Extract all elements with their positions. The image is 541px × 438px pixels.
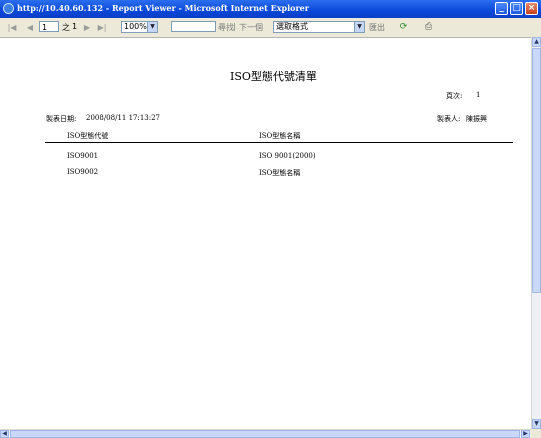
current-page-input[interactable]: 1 <box>39 21 59 32</box>
chevron-down-icon[interactable]: ▼ <box>147 22 157 32</box>
zoom-select[interactable]: 100% ▼ <box>121 21 158 33</box>
vertical-scrollbar[interactable]: ▲ ▼ <box>531 37 541 429</box>
horizontal-scrollbar[interactable]: ◀ ▶ <box>0 429 531 438</box>
scroll-left-button[interactable]: ◀ <box>0 430 9 438</box>
close-button[interactable]: × <box>525 2 538 15</box>
report-title: ISO型態代號清單 <box>230 70 317 83</box>
page-label: 頁次: <box>446 92 463 100</box>
page-value: 1 <box>476 91 481 99</box>
minimize-button[interactable]: _ <box>495 2 508 15</box>
table-cell: ISO型態名稱 <box>259 169 301 177</box>
toolbar-separator: | <box>233 22 236 31</box>
table-cell: ISO 9001(2000) <box>259 152 316 160</box>
next-page-button[interactable]: ▶ <box>82 22 92 33</box>
report-toolbar: |◀ ◀ 1 之 1 ▶ ▶| 100% ▼ 尋找 | 下一個 選取格式 ▼ 匯… <box>0 18 541 38</box>
scroll-up-button[interactable]: ▲ <box>532 37 541 47</box>
chevron-down-icon[interactable]: ▼ <box>354 22 364 32</box>
first-page-button[interactable]: |◀ <box>7 22 17 33</box>
date-value: 2008/08/11 17:13:27 <box>86 114 161 122</box>
of-label: 之 <box>62 23 70 32</box>
window-title: http://10.40.60.132 - Report Viewer - Mi… <box>17 3 309 13</box>
header-rule <box>45 142 513 143</box>
refresh-icon[interactable]: ⟳ <box>398 21 409 33</box>
prev-page-button[interactable]: ◀ <box>25 22 35 33</box>
ie-icon <box>3 3 14 14</box>
window-titlebar: http://10.40.60.132 - Report Viewer - Mi… <box>0 0 541 18</box>
print-icon[interactable]: ⎙ <box>423 21 434 33</box>
vertical-scroll-thumb[interactable] <box>532 48 541 293</box>
export-format-select[interactable]: 選取格式 ▼ <box>273 21 365 33</box>
column-header-name: ISO型態名稱 <box>259 132 301 140</box>
find-input[interactable] <box>171 21 216 32</box>
zoom-value: 100% <box>124 22 147 31</box>
date-label: 製表日期: <box>46 115 77 123</box>
last-page-button[interactable]: ▶| <box>97 22 107 33</box>
author-label: 製表人: <box>437 115 461 123</box>
table-cell: ISO9002 <box>67 168 99 176</box>
table-cell: ISO9001 <box>67 152 99 160</box>
export-button[interactable]: 匯出 <box>369 22 385 33</box>
column-header-code: ISO型態代號 <box>67 132 109 140</box>
find-button[interactable]: 尋找 <box>218 22 234 33</box>
total-pages: 1 <box>72 22 78 31</box>
scroll-down-button[interactable]: ▼ <box>532 419 541 429</box>
scroll-right-button[interactable]: ▶ <box>521 430 530 438</box>
export-format-value: 選取格式 <box>276 22 308 31</box>
scrollbar-corner <box>531 429 541 438</box>
horizontal-scroll-thumb[interactable] <box>10 430 520 438</box>
report-page: ISO型態代號清單 頁次: 1 製表日期: 2008/08/11 17:13:2… <box>0 37 531 430</box>
maximize-button[interactable]: □ <box>510 2 523 15</box>
find-next-button[interactable]: 下一個 <box>239 22 263 33</box>
author-value: 陳振興 <box>466 115 487 123</box>
